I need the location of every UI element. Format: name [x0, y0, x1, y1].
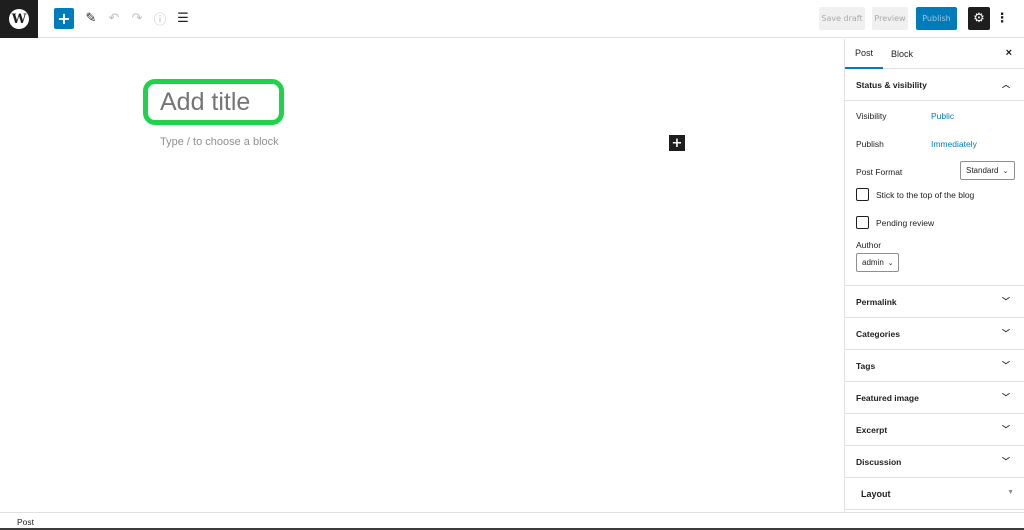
- author-value: admin: [862, 258, 884, 267]
- redo-icon[interactable]: ↷: [127, 8, 147, 29]
- panel-title: Featured image: [856, 392, 919, 403]
- panel-title: Layout: [861, 488, 891, 499]
- info-icon[interactable]: ⓘ: [150, 8, 170, 29]
- tags-panel-toggle[interactable]: Tags ﹀: [845, 350, 1024, 382]
- pencil-icon[interactable]: ✎: [81, 8, 101, 29]
- add-block-button[interactable]: +: [54, 8, 74, 29]
- visibility-link[interactable]: Public: [931, 111, 954, 121]
- settings-button[interactable]: ⚙: [968, 7, 990, 30]
- publish-label: Publish: [856, 139, 884, 149]
- publish-date-link[interactable]: Immediately: [931, 139, 977, 149]
- status-visibility-panel-toggle[interactable]: Status & visibility ︿: [845, 69, 1024, 101]
- editor-canvas: Add title Type / to choose a block +: [0, 39, 844, 512]
- more-options-button[interactable]: ⋮: [995, 8, 1009, 29]
- categories-panel-toggle[interactable]: Categories ﹀: [845, 318, 1024, 350]
- chevron-down-icon: ﹀: [1002, 329, 1010, 338]
- featured-image-panel-toggle[interactable]: Featured image ﹀: [845, 382, 1024, 414]
- post-format-select[interactable]: Standard ⌄: [960, 161, 1015, 180]
- block-placeholder[interactable]: Type / to choose a block: [160, 136, 279, 148]
- panel-title: Discussion: [856, 456, 902, 467]
- visibility-label: Visibility: [856, 111, 887, 121]
- post-format-value: Standard: [966, 166, 999, 175]
- status-visibility-panel: Visibility Public Publish Immediately Po…: [845, 101, 1024, 286]
- undo-icon[interactable]: ↶: [104, 8, 124, 29]
- panel-title: Excerpt: [856, 424, 888, 435]
- chevron-up-icon: ︿: [1002, 80, 1010, 89]
- panel-title: Categories: [856, 328, 900, 339]
- chevron-down-icon: ⌄: [1002, 167, 1009, 175]
- chevron-down-icon: ﹀: [1002, 297, 1010, 306]
- permalink-panel-toggle[interactable]: Permalink ﹀: [845, 286, 1024, 318]
- close-icon[interactable]: ×: [1006, 47, 1012, 59]
- panel-title: Tags: [856, 360, 876, 371]
- pending-review-label: Pending review: [876, 218, 935, 228]
- sticky-checkbox[interactable]: [856, 188, 869, 201]
- panel-title: Status & visibility: [856, 79, 927, 90]
- block-inserter-button[interactable]: +: [669, 135, 685, 151]
- author-label: Author: [856, 240, 882, 250]
- chevron-down-icon: ﹀: [1002, 457, 1010, 466]
- preview-button[interactable]: Preview: [872, 7, 908, 30]
- chevron-down-icon: ﹀: [1002, 361, 1010, 370]
- post-format-label: Post Format: [856, 167, 903, 177]
- excerpt-panel-toggle[interactable]: Excerpt ﹀: [845, 414, 1024, 446]
- tab-block[interactable]: Block: [881, 39, 923, 69]
- wordpress-logo-button[interactable]: W: [0, 0, 38, 38]
- gear-icon: ⚙: [973, 11, 985, 26]
- editor-header: W + ✎ ↶ ↷ ⓘ ☰ Save draft Preview Publish…: [0, 0, 1024, 38]
- layout-panel-toggle[interactable]: Layout ▼: [845, 478, 1024, 510]
- caret-down-icon: ▼: [1007, 489, 1014, 496]
- tab-post[interactable]: Post: [845, 39, 884, 69]
- wordpress-icon: W: [9, 9, 29, 29]
- discussion-panel-toggle[interactable]: Discussion ﹀: [845, 446, 1024, 478]
- panel-title: Permalink: [856, 296, 897, 307]
- title-highlight: Add title: [143, 79, 284, 125]
- publish-button[interactable]: Publish: [916, 7, 957, 30]
- breadcrumb-item-post[interactable]: Post: [17, 517, 34, 527]
- save-draft-button[interactable]: Save draft: [819, 7, 865, 30]
- chevron-down-icon: ⌄: [887, 259, 894, 267]
- pending-review-checkbox[interactable]: [856, 216, 869, 229]
- author-select[interactable]: admin ⌄: [856, 253, 899, 272]
- more-vertical-icon: ⋮: [995, 11, 1009, 26]
- sticky-label: Stick to the top of the blog: [876, 190, 975, 200]
- chevron-down-icon: ﹀: [1002, 425, 1010, 434]
- list-view-icon[interactable]: ☰: [173, 8, 193, 29]
- chevron-down-icon: ﹀: [1002, 393, 1010, 402]
- settings-sidebar: Post Block × Status & visibility ︿ Visib…: [844, 39, 1024, 512]
- sidebar-tabs: Post Block ×: [845, 39, 1024, 69]
- post-title-input[interactable]: Add title: [160, 88, 250, 117]
